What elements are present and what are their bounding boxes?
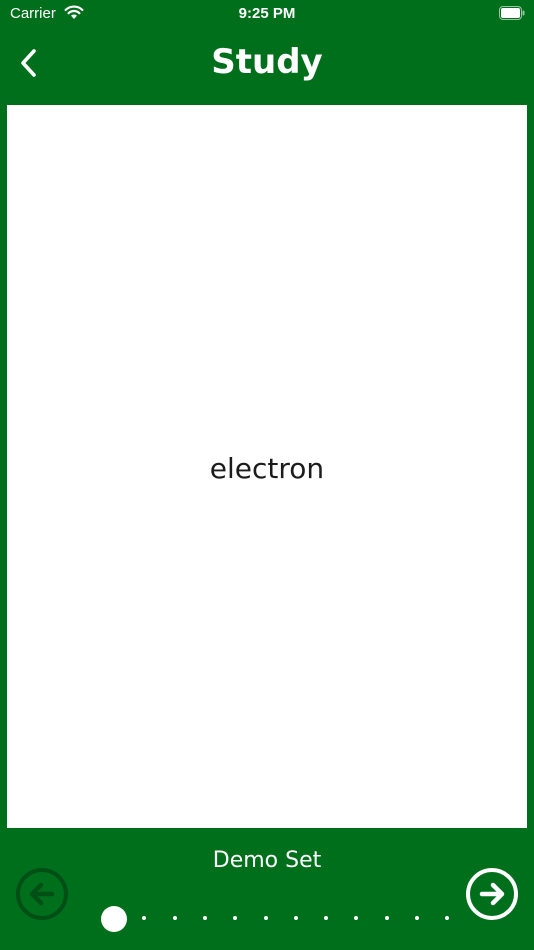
set-name: Demo Set [212,848,322,873]
status-bar: Carrier 9:25 PM [0,0,534,28]
page-indicator[interactable] [0,904,534,934]
battery-icon [499,6,525,20]
page-dot[interactable] [263,916,268,920]
navigation-bar: Study [0,28,534,100]
page-dot[interactable] [354,916,359,920]
flashcard-term: electron [209,452,325,485]
page-title: Study [211,42,323,82]
page-dot-active[interactable] [101,906,127,932]
page-dot[interactable] [142,916,147,920]
page-dot[interactable] [445,916,450,920]
page-dot[interactable] [233,916,238,920]
page-dot[interactable] [415,916,419,920]
flashcard[interactable]: electron [7,105,527,828]
page-dot[interactable] [172,916,177,920]
page-dot[interactable] [384,916,389,920]
status-time: 9:25 PM [238,5,296,22]
page-dot[interactable] [293,916,298,920]
page-dot[interactable] [202,916,207,920]
page-dot[interactable] [324,916,329,920]
